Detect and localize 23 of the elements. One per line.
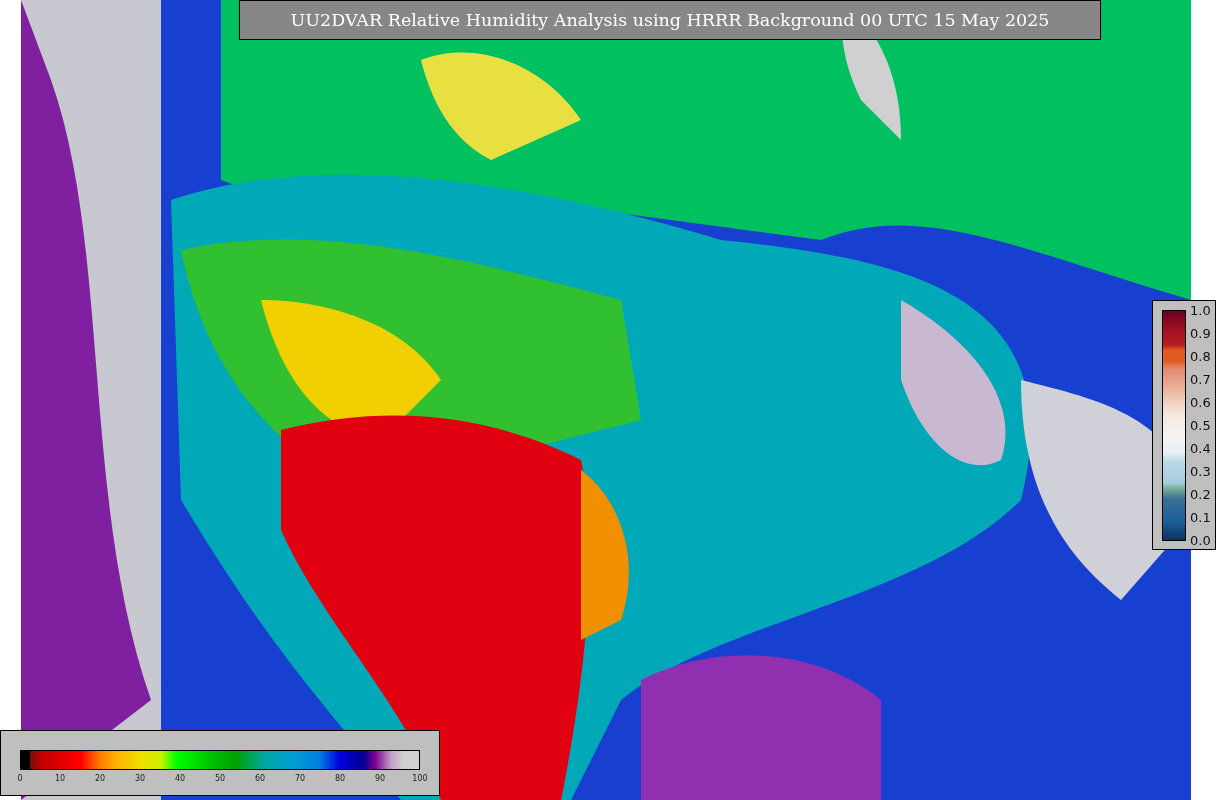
tick-label: 0.6 [1190,395,1211,410]
tick-label: 0.3 [1190,464,1211,479]
map-title: UU2DVAR Relative Humidity Analysis using HRRR Background 00 UTC 15 May 2025 [239,0,1101,40]
tick-label: 0.1 [1190,510,1211,525]
tick-label: 30 [133,773,147,784]
tick-label: 1.0 [1190,303,1211,318]
tick-label: 100 [411,773,429,784]
tick-label: 0.8 [1190,349,1211,364]
tick-label: 0.9 [1190,326,1211,341]
tick-label: 0.4 [1190,441,1211,456]
tick-label: 10 [53,773,67,784]
tick-label: 20 [93,773,107,784]
tick-label: 90 [373,773,387,784]
tick-label: 0.2 [1190,487,1211,502]
tick-label: 0 [16,773,24,784]
tick-label: 0.7 [1190,372,1211,387]
tick-label: 0.0 [1190,533,1211,548]
tick-label: 70 [293,773,307,784]
tick-label: 0.5 [1190,418,1211,433]
tick-label: 50 [213,773,227,784]
tick-label: 80 [333,773,347,784]
tick-label: 40 [173,773,187,784]
tick-label: 60 [253,773,267,784]
